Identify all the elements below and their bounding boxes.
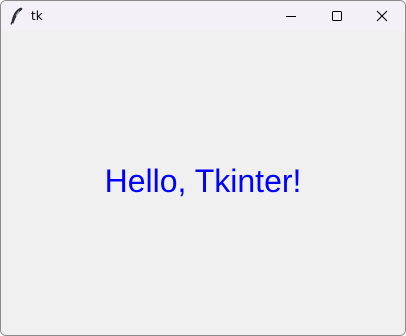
title-bar[interactable]: tk (1, 1, 405, 31)
maximize-button[interactable] (314, 1, 360, 31)
close-button[interactable] (359, 1, 405, 31)
minimize-icon (285, 10, 297, 22)
minimize-button[interactable] (268, 1, 314, 31)
close-icon (376, 10, 388, 22)
app-window: tk Hello, Tkinter! (0, 0, 406, 336)
hello-label: Hello, Tkinter! (104, 163, 302, 199)
feather-icon (10, 7, 24, 25)
window-title: tk (31, 9, 43, 23)
window-client-area: Hello, Tkinter! (1, 31, 405, 335)
maximize-icon (331, 10, 343, 22)
